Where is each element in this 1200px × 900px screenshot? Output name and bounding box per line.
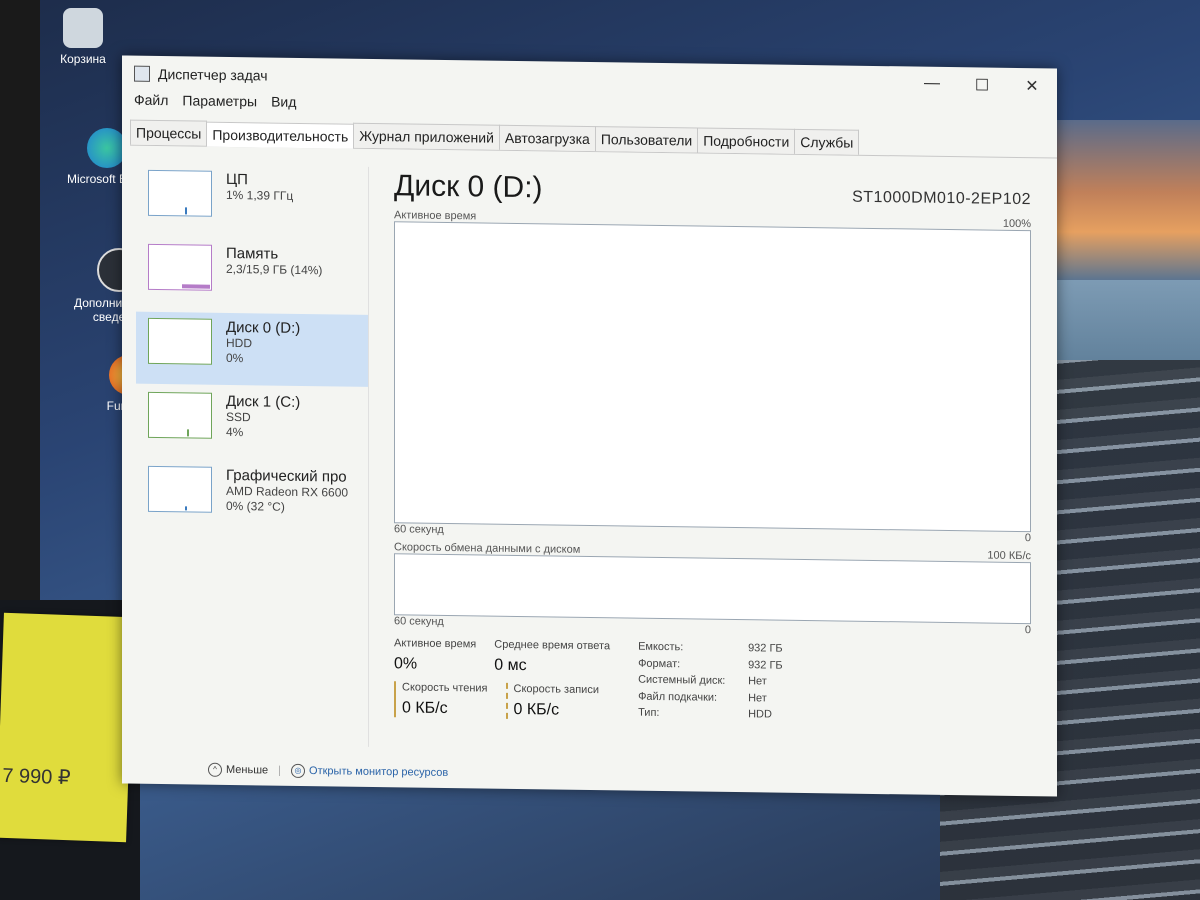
prop-value: HDD — [748, 708, 772, 721]
disk1-thumbnail-graph — [148, 391, 212, 439]
prop-value: 932 ГБ — [748, 642, 783, 655]
sidebar-item-disk-1[interactable]: Диск 1 (C:) SSD 4% — [136, 386, 368, 461]
menu-options[interactable]: Параметры — [182, 92, 257, 115]
tab-users[interactable]: Пользователи — [594, 126, 699, 153]
menu-view[interactable]: Вид — [271, 94, 296, 116]
cpu-thumbnail-graph — [148, 169, 212, 217]
page-title: Диск 0 (D:) — [394, 169, 543, 205]
task-manager-window: Диспетчер задач — ☐ ✕ Файл Параметры Вид… — [122, 55, 1057, 797]
disk-stats: Активное время 0% Среднее время ответа 0… — [394, 637, 1031, 726]
sidebar-item-label: ЦП — [226, 170, 248, 189]
graph1-min: 0 — [1024, 532, 1031, 545]
prop-key: Системный диск: — [638, 673, 726, 688]
sidebar-item-cpu[interactable]: ЦП 1% 1,39 ГГц — [136, 164, 368, 239]
sidebar-item-disk-0[interactable]: Диск 0 (D:) HDD 0% — [136, 311, 368, 387]
sidebar-item-detail: SSD — [226, 409, 251, 425]
menu-file[interactable]: Файл — [134, 92, 168, 114]
sidebar-item-detail: 1% 1,39 ГГц — [226, 187, 294, 203]
sidebar-item-gpu[interactable]: Графический про AMD Radeon RX 6600 0% (3… — [136, 460, 368, 535]
performance-sidebar: ЦП 1% 1,39 ГГц Память 2,3/15,9 ГБ (14%) … — [136, 163, 369, 747]
sidebar-item-detail: 2,3/15,9 ГБ (14%) — [226, 261, 323, 278]
price-value: 7 990 ₽ — [1, 764, 71, 790]
desktop-icon-recycle-bin[interactable]: Корзина — [38, 8, 128, 66]
sidebar-item-detail: HDD — [226, 335, 252, 351]
window-title: Диспетчер задач — [158, 65, 268, 84]
graph2-label: Скорость обмена данными с диском — [394, 541, 581, 556]
tab-startup[interactable]: Автозагрузка — [498, 124, 596, 152]
tab-app-history[interactable]: Журнал приложений — [353, 122, 500, 150]
graph1-max: 100% — [1002, 217, 1031, 231]
graph2-x-label: 60 секунд — [394, 615, 444, 628]
tab-details[interactable]: Подробности — [697, 127, 796, 154]
edge-icon — [87, 128, 127, 168]
stat-label: Скорость записи — [513, 682, 599, 697]
disk-model: ST1000DM010-2EP102 — [852, 188, 1031, 209]
open-resource-monitor-link[interactable]: ◎ Открыть монитор ресурсов — [291, 763, 449, 780]
graph1-label: Активное время — [394, 209, 477, 223]
sidebar-item-label: Диск 1 (C:) — [226, 392, 301, 411]
transfer-rate-graph — [394, 553, 1031, 625]
minimize-button[interactable]: — — [907, 74, 957, 95]
sidebar-item-label: Память — [226, 244, 279, 263]
stat-value: 0 мс — [494, 656, 527, 675]
stat-value: 0% — [394, 655, 418, 673]
prop-key: Емкость: — [638, 640, 684, 654]
prop-key: Формат: — [638, 657, 681, 670]
fewer-details-label: Меньше — [226, 763, 269, 777]
stat-value: 0 КБ/с — [402, 699, 448, 718]
stat-write-speed: Скорость записи 0 КБ/с — [505, 682, 599, 721]
open-resource-monitor-label: Открыть монитор ресурсов — [309, 764, 449, 779]
stat-read-speed: Скорость чтения 0 КБ/с — [394, 681, 488, 719]
task-manager-icon — [134, 65, 150, 82]
tab-performance[interactable]: Производительность — [206, 121, 355, 149]
tab-services[interactable]: Службы — [794, 128, 860, 155]
price-tag: 7 990 ₽ — [0, 612, 134, 843]
sidebar-item-usage: 4% — [226, 424, 244, 440]
sidebar-item-usage: 0% — [226, 350, 244, 366]
graph2-min: 0 — [1024, 624, 1031, 637]
sidebar-item-usage: 0% (32 °C) — [226, 498, 285, 514]
desktop-icon-label: Корзина — [60, 52, 106, 66]
prop-value: 932 ГБ — [748, 658, 783, 672]
stat-active-time: Активное время 0% — [394, 637, 476, 674]
sidebar-item-memory[interactable]: Память 2,3/15,9 ГБ (14%) — [136, 238, 368, 313]
maximize-button[interactable]: ☐ — [957, 75, 1007, 96]
tab-bar: Процессы Производительность Журнал прило… — [130, 119, 1057, 159]
gpu-thumbnail-graph — [148, 465, 212, 513]
prop-value: Нет — [748, 675, 767, 688]
active-time-graph — [394, 221, 1031, 533]
prop-key: Тип: — [638, 707, 660, 720]
sidebar-item-label: Диск 0 (D:) — [226, 318, 301, 337]
sidebar-item-label: Графический про — [226, 466, 347, 486]
disk0-thumbnail-graph — [148, 317, 212, 365]
stat-avg-response: Среднее время ответа 0 мс — [494, 639, 610, 677]
sidebar-item-detail: AMD Radeon RX 6600 — [226, 483, 349, 500]
graph1-x-label: 60 секунд — [394, 523, 444, 536]
stat-value: 0 КБ/с — [513, 700, 560, 719]
resource-monitor-icon: ◎ — [291, 763, 306, 779]
memory-thumbnail-graph — [148, 243, 212, 291]
stat-label: Среднее время ответа — [494, 638, 611, 653]
stat-label: Активное время — [394, 637, 477, 651]
fewer-details-button[interactable]: ^ Меньше — [208, 762, 269, 778]
prop-value: Нет — [748, 691, 767, 705]
prop-key: Файл подкачки: — [638, 690, 718, 704]
footer: ^ Меньше | ◎ Открыть монитор ресурсов — [208, 762, 449, 780]
graph2-max: 100 КБ/с — [987, 549, 1031, 563]
chevron-up-icon: ^ — [208, 762, 222, 777]
disk-detail-panel: Диск 0 (D:) ST1000DM010-2EP102 Активное … — [394, 167, 1031, 756]
tab-processes[interactable]: Процессы — [130, 119, 208, 146]
disk-properties: Емкость: 932 ГБ Формат: 932 ГБ Системный д… — [638, 641, 828, 724]
recycle-bin-icon — [63, 8, 103, 48]
close-button[interactable]: ✕ — [1007, 76, 1057, 97]
stat-label: Скорость чтения — [402, 681, 488, 695]
